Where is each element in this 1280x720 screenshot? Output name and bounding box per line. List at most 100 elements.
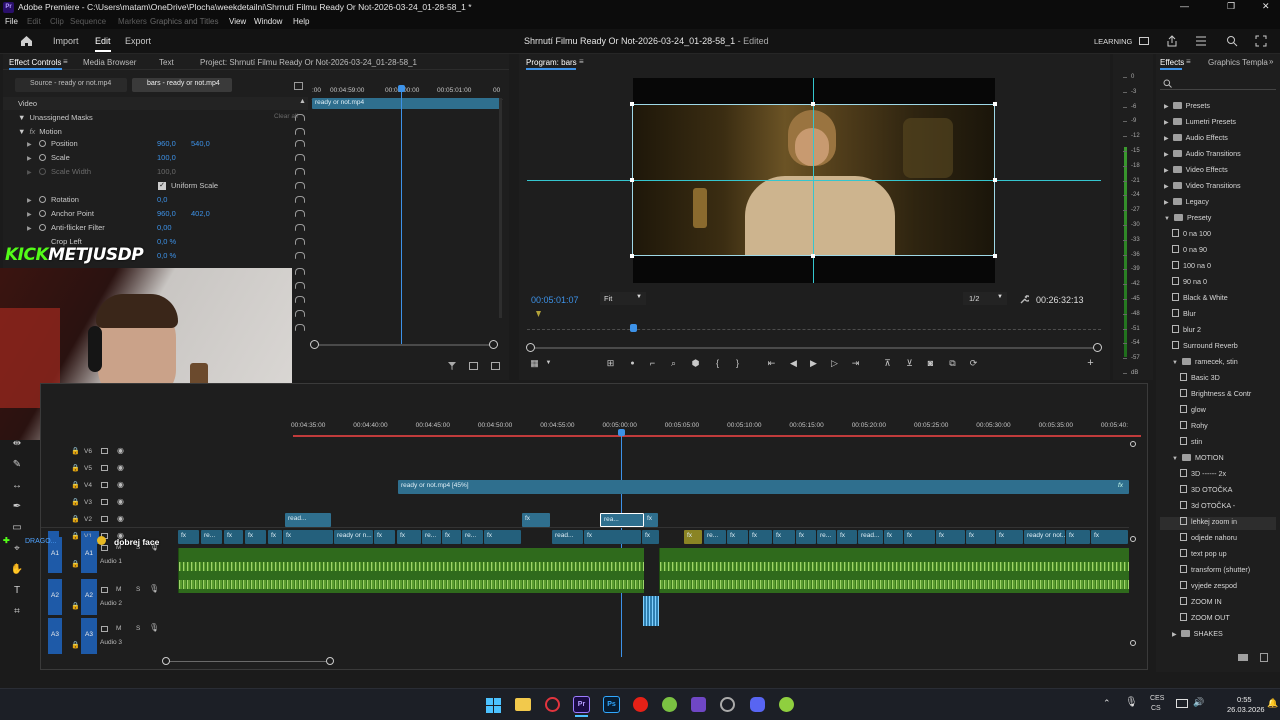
- export-frame-icon[interactable]: [469, 362, 478, 370]
- chevron-down-icon[interactable]: ▼: [543, 358, 554, 369]
- reset-icon[interactable]: [295, 268, 305, 275]
- effects-item[interactable]: ▶ Presets: [1164, 101, 1210, 110]
- v1-clip[interactable]: fx: [442, 530, 461, 544]
- panel-icon[interactable]: [1139, 37, 1149, 45]
- timeline-playhead[interactable]: [621, 431, 622, 657]
- clock-time[interactable]: 0:55: [1237, 695, 1252, 704]
- effects-item[interactable]: glow: [1180, 405, 1206, 414]
- fullscreen-icon[interactable]: [1255, 35, 1267, 47]
- microphone-icon[interactable]: 🎙: [1125, 697, 1138, 708]
- maximize-button[interactable]: ❐: [1227, 1, 1235, 12]
- program-playhead[interactable]: [630, 324, 637, 332]
- a2-audio-clip[interactable]: [643, 596, 659, 626]
- lock-icon[interactable]: 🔒: [71, 464, 80, 472]
- v2-clip[interactable]: fx: [522, 513, 550, 527]
- reset-icon[interactable]: [295, 168, 305, 175]
- v1-clip[interactable]: fx: [904, 530, 935, 544]
- timeline-ruler[interactable]: 00:04:35:00 00:04:40:00 00:04:45:00 00:04:5…: [291, 422, 1141, 434]
- effects-menu-icon[interactable]: ≡: [1186, 57, 1191, 66]
- close-button[interactable]: ✕: [1262, 1, 1270, 12]
- windows-start-icon[interactable]: [486, 698, 501, 713]
- property-value[interactable]: 0,00: [157, 223, 172, 232]
- effects-item[interactable]: text pop up: [1180, 549, 1227, 558]
- reset-icon[interactable]: [295, 252, 305, 259]
- program-time-ruler[interactable]: [527, 329, 1101, 330]
- effects-item[interactable]: Blur: [1172, 309, 1196, 318]
- v1-clip[interactable]: fx: [397, 530, 421, 544]
- marker-icon[interactable]: ⬢: [690, 358, 701, 369]
- reset-icon[interactable]: [295, 310, 305, 317]
- reset-icon[interactable]: [295, 238, 305, 245]
- reset-icon[interactable]: [295, 324, 305, 331]
- snap-icon[interactable]: ⊞: [605, 358, 616, 369]
- menu-lines-icon[interactable]: [1195, 36, 1207, 46]
- v1-clip[interactable]: fx: [773, 530, 795, 544]
- v1-clip[interactable]: fx: [727, 530, 748, 544]
- reset-icon[interactable]: [295, 296, 305, 303]
- discord-icon[interactable]: [750, 697, 765, 712]
- lock-icon[interactable]: 🔒: [71, 560, 80, 568]
- property-value[interactable]: 0,0: [157, 195, 167, 204]
- eye-icon[interactable]: ◉: [117, 514, 124, 523]
- reset-icon[interactable]: [295, 182, 305, 189]
- menu-window[interactable]: Window: [254, 17, 282, 26]
- v1-clip[interactable]: fx: [224, 530, 243, 544]
- v1-clip[interactable]: fx: [796, 530, 816, 544]
- app-icon-purple[interactable]: [691, 697, 706, 712]
- transform-box[interactable]: [632, 104, 995, 256]
- eye-icon[interactable]: ◉: [117, 463, 124, 472]
- extract-icon[interactable]: ⊻: [904, 358, 915, 369]
- tab-text[interactable]: Text: [159, 58, 174, 67]
- ec-scrollbar[interactable]: [499, 98, 502, 318]
- timeline-hscroll-right[interactable]: [326, 657, 334, 665]
- v1-clip[interactable]: fx: [584, 530, 641, 544]
- file-explorer-icon[interactable]: [515, 698, 531, 711]
- v2-clip[interactable]: read...: [285, 513, 331, 527]
- tab-effect-controls[interactable]: Effect Controls: [9, 58, 61, 67]
- home-icon[interactable]: [20, 35, 33, 47]
- sync-icon[interactable]: [101, 587, 108, 593]
- v1-clip[interactable]: re...: [422, 530, 441, 544]
- reset-icon[interactable]: [295, 210, 305, 217]
- effects-item[interactable]: stin: [1180, 437, 1202, 446]
- sync-icon[interactable]: [101, 626, 108, 632]
- motion-effect-label[interactable]: ▼ fx Motion: [18, 127, 62, 136]
- settings-grid-icon[interactable]: ▦: [529, 358, 540, 369]
- reset-icon[interactable]: [295, 196, 305, 203]
- v1-clip[interactable]: fx: [245, 530, 266, 544]
- v1-clip[interactable]: fx: [884, 530, 903, 544]
- panel-toggle-icon[interactable]: [294, 82, 303, 90]
- notification-icon[interactable]: 🔔: [1267, 698, 1278, 709]
- pen-tool-icon[interactable]: ✒: [8, 501, 26, 515]
- reset-icon[interactable]: [295, 128, 305, 135]
- v1-clip[interactable]: fx: [1066, 530, 1090, 544]
- solo-button[interactable]: S: [136, 586, 140, 593]
- stopwatch-icon[interactable]: [39, 224, 46, 231]
- type-tool-icon[interactable]: T: [8, 585, 26, 599]
- lock-icon[interactable]: 🔒: [71, 602, 80, 610]
- mute-button[interactable]: M: [116, 625, 121, 632]
- microphone-icon[interactable]: 🎙: [149, 623, 159, 632]
- delete-icon[interactable]: [1260, 653, 1268, 662]
- go-to-out-icon[interactable]: ⇥: [850, 358, 861, 369]
- stopwatch-icon[interactable]: [39, 154, 46, 161]
- stopwatch-icon[interactable]: [39, 210, 46, 217]
- v1-clip[interactable]: fx: [837, 530, 857, 544]
- property-value-2[interactable]: 540,0: [191, 139, 210, 148]
- effects-item[interactable]: ▼ ramecek, stin: [1172, 357, 1238, 366]
- lock-icon[interactable]: 🔒: [71, 447, 80, 455]
- stopwatch-icon[interactable]: [39, 140, 46, 147]
- effects-item[interactable]: odjede nahoru: [1180, 533, 1237, 542]
- v1-clip[interactable]: fx: [642, 530, 659, 544]
- lift-icon[interactable]: ⌕: [668, 358, 679, 369]
- effects-item[interactable]: ▼ MOTION: [1172, 453, 1224, 462]
- comparison-icon[interactable]: ⧉: [947, 358, 958, 369]
- v1-clip[interactable]: fx: [268, 530, 282, 544]
- program-scroll-right[interactable]: [1093, 343, 1102, 352]
- checkbox-checked-icon[interactable]: ✓: [158, 182, 166, 190]
- eye-icon[interactable]: ◉: [117, 480, 124, 489]
- effects-item[interactable]: lehkej zoom in: [1180, 517, 1237, 526]
- effects-item[interactable]: Black & White: [1172, 293, 1228, 302]
- expand-arrow-icon[interactable]: ▶: [27, 225, 32, 232]
- stopwatch-icon[interactable]: [39, 168, 46, 175]
